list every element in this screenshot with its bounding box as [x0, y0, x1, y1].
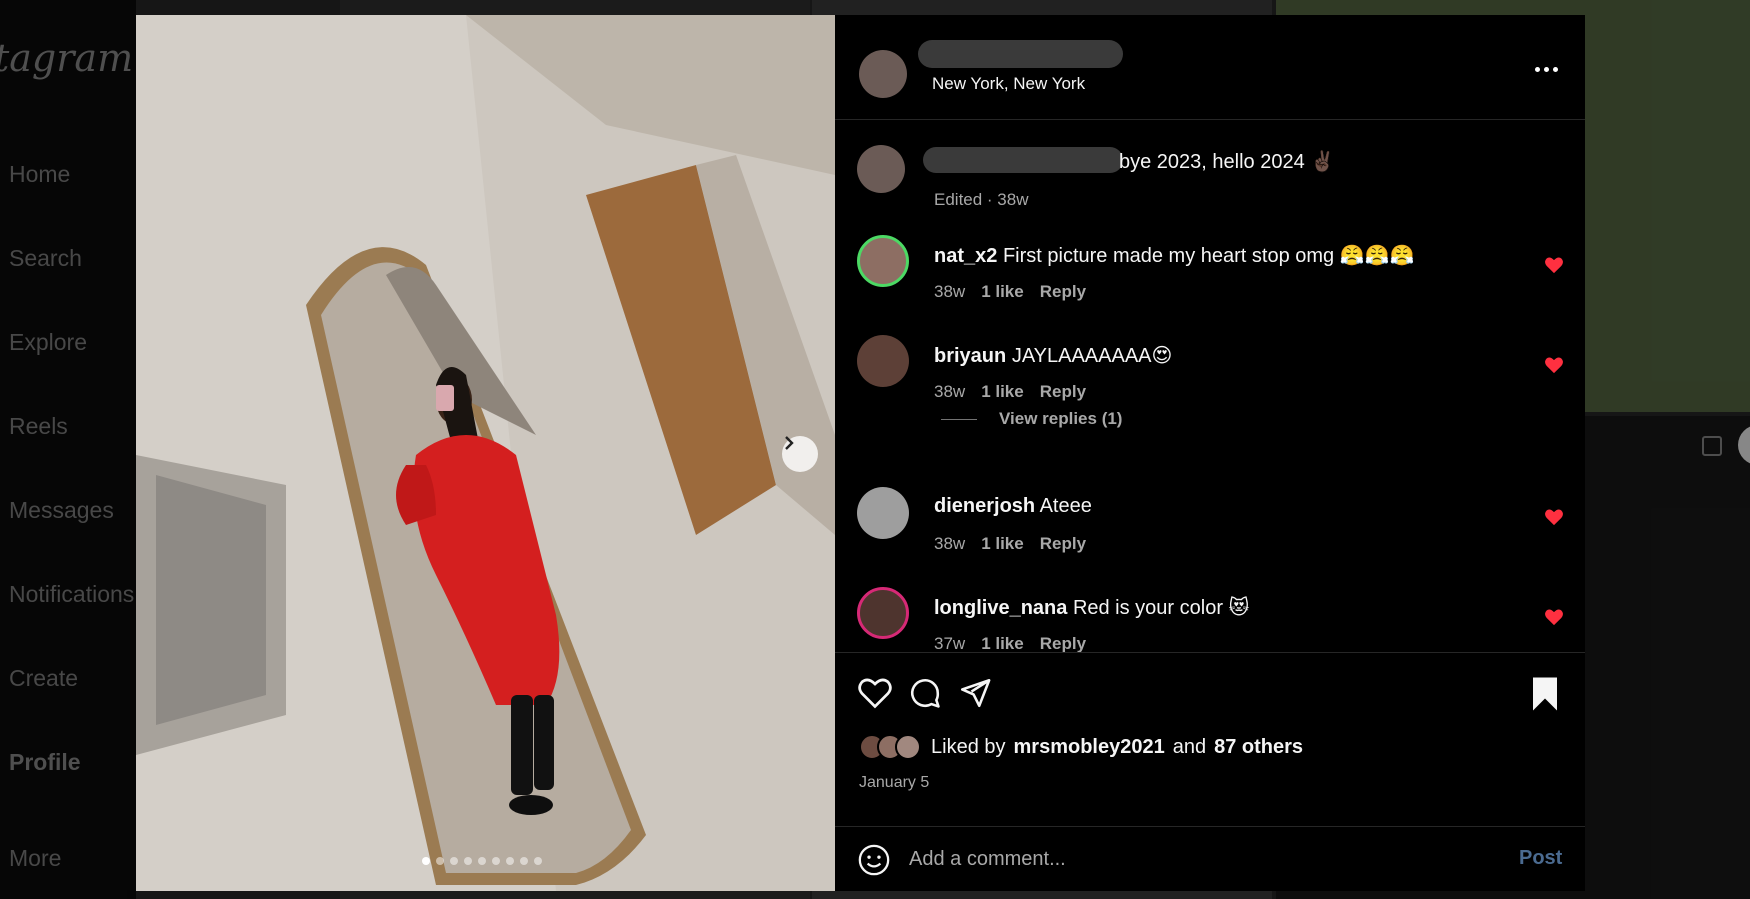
comment-text: briyaun JAYLAAAAAAA😍: [934, 343, 1172, 368]
commenter-avatar[interactable]: [857, 587, 909, 639]
post-header: New York, New York: [835, 15, 1585, 120]
redacted-username: [923, 147, 1123, 173]
comments-list: bye 2023, hello 2024 ✌🏿 Edited · 38w nat…: [835, 121, 1585, 652]
comment-body: Ateee: [1039, 495, 1092, 517]
post-comment-button[interactable]: Post: [1519, 847, 1562, 870]
comment-likes[interactable]: 1 like: [981, 382, 1024, 402]
carousel-dot: [464, 857, 472, 865]
comment-likes[interactable]: 1 like: [981, 282, 1024, 302]
comment-username[interactable]: nat_x2: [934, 245, 997, 267]
comment-username[interactable]: dienerjosh: [934, 495, 1035, 517]
reply-button[interactable]: Reply: [1040, 634, 1086, 652]
comment-row: longlive_nana Red is your color 😻 37w 1 …: [835, 587, 1585, 652]
reply-button[interactable]: Reply: [1040, 282, 1086, 302]
comment-meta: 37w 1 like Reply: [934, 634, 1086, 652]
comment-row: dienerjosh Ateee 38w 1 like Reply: [835, 487, 1585, 567]
view-replies-button[interactable]: View replies (1): [941, 409, 1122, 429]
comment-text: nat_x2 First picture made my heart stop …: [934, 243, 1414, 268]
post-location[interactable]: New York, New York: [932, 74, 1085, 94]
saved-bookmark-icon[interactable]: [1528, 676, 1562, 712]
app-root: tagram Home Search Explore Reels Message…: [0, 0, 1750, 899]
carousel-dot: [478, 857, 486, 865]
commenter-avatar[interactable]: [857, 235, 909, 287]
author-avatar[interactable]: [857, 145, 905, 193]
comment-row: briyaun JAYLAAAAAAA😍 38w 1 like Reply: [835, 335, 1585, 415]
post-actions: Liked by mrsmobley2021 and 87 others Jan…: [835, 652, 1585, 827]
liked-by-user[interactable]: mrsmobley2021: [1014, 736, 1165, 759]
add-comment-bar: Post: [835, 827, 1585, 891]
comment-meta: 38w 1 like Reply: [934, 282, 1086, 302]
chevron-right-icon: [785, 436, 794, 450]
commenter-avatar[interactable]: [857, 487, 909, 539]
carousel-next-button[interactable]: [782, 436, 818, 472]
comment-likes[interactable]: 1 like: [981, 634, 1024, 652]
liked-by-prefix: Liked by: [931, 735, 1006, 758]
post-modal: New York, New York bye 2023, hello 2024 …: [136, 15, 1585, 891]
caption-row: bye 2023, hello 2024 ✌🏿 Edited · 38w: [835, 141, 1585, 211]
carousel-dot: [436, 857, 444, 865]
post-photo[interactable]: [136, 15, 835, 891]
post-details-panel: New York, New York bye 2023, hello 2024 …: [835, 15, 1585, 891]
view-replies-label: View replies (1): [999, 409, 1123, 428]
comment-age: 38w: [934, 282, 966, 301]
more-options-button[interactable]: [1535, 67, 1558, 72]
post-date[interactable]: January 5: [859, 774, 929, 792]
liked-heart-icon[interactable]: [1544, 608, 1564, 626]
carousel-dot: [422, 857, 430, 865]
comment-body: JAYLAAAAAAA😍: [1011, 345, 1173, 367]
redacted-username: [918, 40, 1123, 68]
author-avatar[interactable]: [859, 50, 907, 98]
carousel-dot: [534, 857, 542, 865]
comment-icon[interactable]: [907, 676, 943, 710]
comment-input[interactable]: [909, 843, 1469, 875]
commenter-avatar[interactable]: [857, 335, 909, 387]
carousel-dot: [520, 857, 528, 865]
comment-meta: 38w 1 like Reply: [934, 534, 1086, 554]
comment-age: 37w: [934, 634, 966, 652]
liked-heart-icon[interactable]: [1544, 256, 1564, 274]
liked-by-others[interactable]: 87 others: [1214, 736, 1303, 759]
liker-avatars[interactable]: [859, 734, 921, 760]
comment-body: Red is your color 😻: [1072, 597, 1250, 619]
reply-button[interactable]: Reply: [1040, 382, 1086, 402]
comment-meta: 38w 1 like Reply: [934, 382, 1086, 402]
caption-meta: Edited · 38w: [934, 190, 1029, 209]
liked-heart-icon[interactable]: [1544, 356, 1564, 374]
comment-username[interactable]: briyaun: [934, 345, 1006, 367]
liked-by-and: and: [1172, 735, 1207, 758]
carousel-dot: [506, 857, 514, 865]
share-icon[interactable]: [957, 676, 993, 710]
comment-row: nat_x2 First picture made my heart stop …: [835, 235, 1585, 315]
comment-body: First picture made my heart stop omg 😤😤😤: [1002, 245, 1415, 267]
liked-heart-icon[interactable]: [1544, 508, 1564, 526]
comment-text: dienerjosh Ateee: [934, 495, 1092, 518]
carousel-dot: [492, 857, 500, 865]
caption-text: bye 2023, hello 2024 ✌🏿: [1119, 151, 1336, 173]
carousel-indicator: [422, 857, 542, 865]
comment-age: 38w: [934, 534, 966, 553]
emoji-icon[interactable]: [857, 843, 891, 877]
replies-divider: [941, 418, 977, 420]
reply-button[interactable]: Reply: [1040, 534, 1086, 554]
like-heart-icon[interactable]: [857, 676, 893, 710]
mirror-selfie-image: [136, 15, 835, 891]
liked-by-summary: Liked by mrsmobley2021 and 87 others: [859, 734, 1303, 760]
comment-likes[interactable]: 1 like: [981, 534, 1024, 554]
carousel-dot: [450, 857, 458, 865]
comment-username[interactable]: longlive_nana: [934, 597, 1067, 619]
comment-age: 38w: [934, 382, 966, 401]
comment-text: longlive_nana Red is your color 😻: [934, 595, 1249, 620]
